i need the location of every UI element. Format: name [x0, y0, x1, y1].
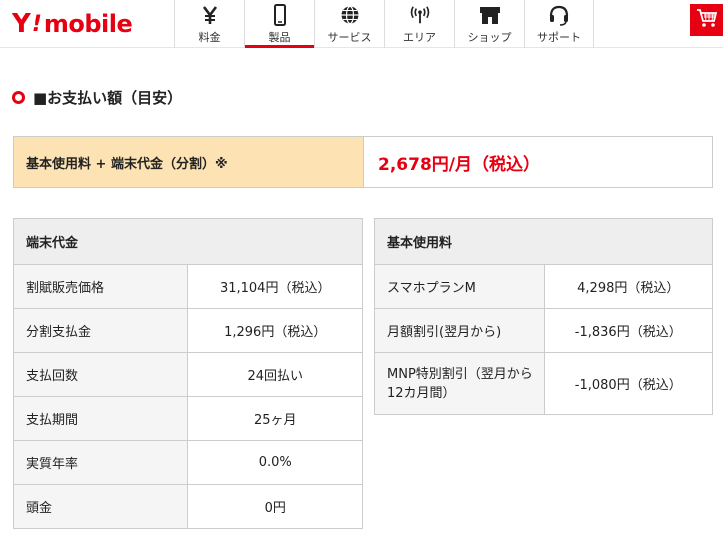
table-row: スマホプランM 4,298円（税込）	[374, 264, 713, 309]
monthly-total-label: 基本使用料 + 端末代金（分割）※	[14, 137, 364, 187]
monthly-total-box: 基本使用料 + 端末代金（分割）※ 2,678円/月（税込）	[13, 136, 713, 188]
nav-item-products[interactable]: 製品	[244, 0, 314, 48]
table-header-row: 基本使用料	[374, 218, 713, 265]
table-row: 支払回数 24回払い	[12, 352, 363, 397]
table-row: MNP特別割引（翌月から12カ月間） -1,080円（税込）	[374, 352, 713, 415]
cart-icon	[696, 8, 718, 32]
logo-exclaim: !	[31, 11, 42, 37]
logo-y: Y	[12, 9, 31, 39]
table-header-row: 端末代金	[13, 218, 363, 265]
row-value: -1,080円（税込）	[543, 352, 713, 415]
nav-label: ショップ	[467, 31, 512, 44]
row-value: 4,298円（税込）	[543, 264, 713, 309]
section-title: ■お支払い額（目安）	[33, 88, 183, 107]
globe-icon	[339, 4, 361, 26]
row-value: 24回払い	[187, 352, 363, 397]
shop-icon	[479, 4, 501, 26]
nav-item-shop[interactable]: ショップ	[454, 0, 524, 48]
table-row: 実質年率 0.0%	[12, 440, 363, 485]
row-value: -1,836円（税込）	[543, 308, 713, 353]
nav-item-services[interactable]: サービス	[314, 0, 384, 48]
ymobile-logo[interactable]: Y ! mobile	[12, 8, 133, 40]
row-label: 頭金	[12, 484, 189, 529]
row-value: 1,296円（税込）	[187, 308, 363, 353]
row-value: 0円	[187, 484, 363, 529]
headset-icon	[548, 4, 570, 26]
smartphone-icon	[269, 4, 291, 26]
nav-label: 製品	[268, 31, 291, 44]
table-row: 月額割引(翌月から) -1,836円（税込）	[374, 308, 713, 353]
row-label: スマホプランM	[374, 264, 545, 309]
row-label: 月額割引(翌月から)	[374, 308, 545, 353]
nav-label: サービス	[327, 31, 372, 44]
nav-item-support[interactable]: サポート	[524, 0, 594, 48]
nav-label: エリア	[403, 31, 436, 44]
table-row: 割賦販売価格 31,104円（税込）	[12, 264, 363, 309]
main-nav: 料金 製品 サービス エリア ショップ サポート	[174, 0, 594, 48]
table-row: 支払期間 25ヶ月	[12, 396, 363, 441]
row-label: 分割支払金	[12, 308, 189, 353]
logo-mobile: mobile	[43, 10, 133, 38]
plan-fee-table: 基本使用料 スマホプランM 4,298円（税込） 月額割引(翌月から) -1,8…	[374, 218, 713, 415]
row-label: 割賦販売価格	[12, 264, 189, 309]
row-label: 実質年率	[12, 440, 189, 485]
row-value: 0.0%	[187, 440, 363, 485]
row-label: MNP特別割引（翌月から12カ月間）	[374, 352, 545, 415]
section-heading: ■お支払い額（目安）	[12, 86, 182, 108]
circle-bullet-icon	[12, 90, 25, 104]
yen-icon	[199, 4, 221, 26]
row-label: 支払期間	[12, 396, 189, 441]
plan-table-header: 基本使用料	[374, 218, 713, 265]
nav-label: サポート	[537, 31, 581, 44]
device-table-header: 端末代金	[13, 218, 363, 265]
row-value: 31,104円（税込）	[187, 264, 363, 309]
signal-icon	[409, 4, 431, 26]
table-row: 頭金 0円	[12, 484, 363, 529]
nav-item-area[interactable]: エリア	[384, 0, 454, 48]
row-label: 支払回数	[12, 352, 189, 397]
cart-button[interactable]	[690, 4, 723, 36]
row-value: 25ヶ月	[187, 396, 363, 441]
table-row: 分割支払金 1,296円（税込）	[12, 308, 363, 353]
nav-label: 料金	[198, 31, 221, 44]
monthly-total-value: 2,678円/月（税込）	[378, 154, 540, 175]
device-price-table: 端末代金 割賦販売価格 31,104円（税込） 分割支払金 1,296円（税込）…	[12, 218, 363, 529]
site-header: Y ! mobile 料金 製品 サービス エリア ショップ サポート	[0, 0, 723, 48]
nav-item-pricing[interactable]: 料金	[174, 0, 244, 48]
